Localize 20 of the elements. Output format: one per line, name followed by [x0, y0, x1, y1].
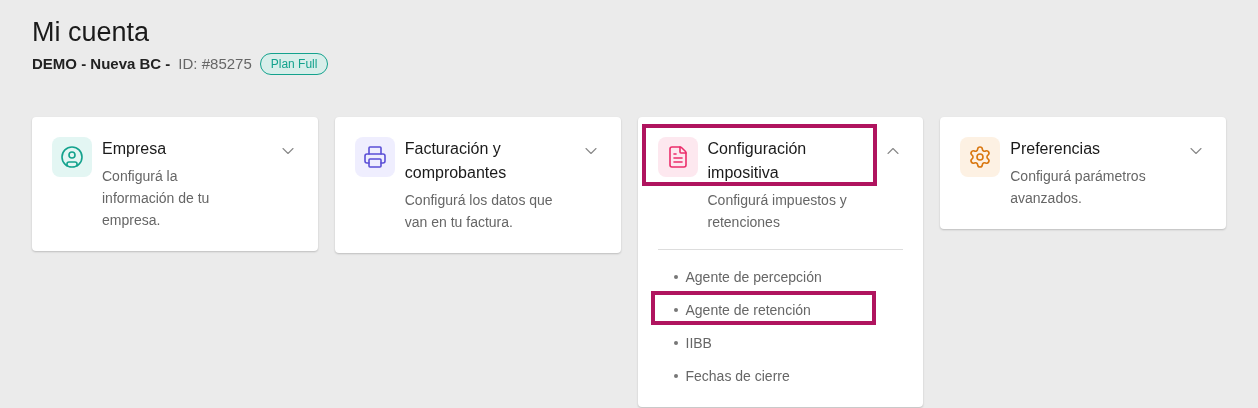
card-title: Facturación y comprobantes: [404, 138, 508, 183]
submenu-link[interactable]: Agente de retención: [657, 298, 904, 321]
card-title: Configuración impositiva: [707, 138, 808, 183]
submenu-link[interactable]: Fechas de cierre: [657, 364, 904, 387]
submenu-link[interactable]: IIBB: [657, 331, 904, 354]
plan-badge: Plan Full: [259, 53, 329, 76]
card-title: Empresa: [102, 138, 168, 159]
account-id: ID: #85275: [178, 54, 252, 74]
submenu-link[interactable]: Agente de percepción: [657, 265, 904, 288]
card-description: Configurá los datos que van en tu factura.: [404, 190, 554, 232]
card-description: Configurá parámetros avanzados.: [1010, 166, 1147, 208]
document-icon: [657, 136, 698, 177]
page-title: Mi cuenta: [32, 16, 151, 49]
card-description: Configurá impuestos y retenciones: [707, 190, 848, 232]
card-description: Configurá la información de tu empresa.: [102, 166, 211, 230]
account-name: DEMO - Nueva BC -: [32, 54, 171, 74]
printer-icon: [354, 136, 395, 177]
user-icon: [52, 136, 92, 177]
gear-icon: [960, 136, 1001, 177]
card-title: Preferencias: [1010, 138, 1102, 159]
